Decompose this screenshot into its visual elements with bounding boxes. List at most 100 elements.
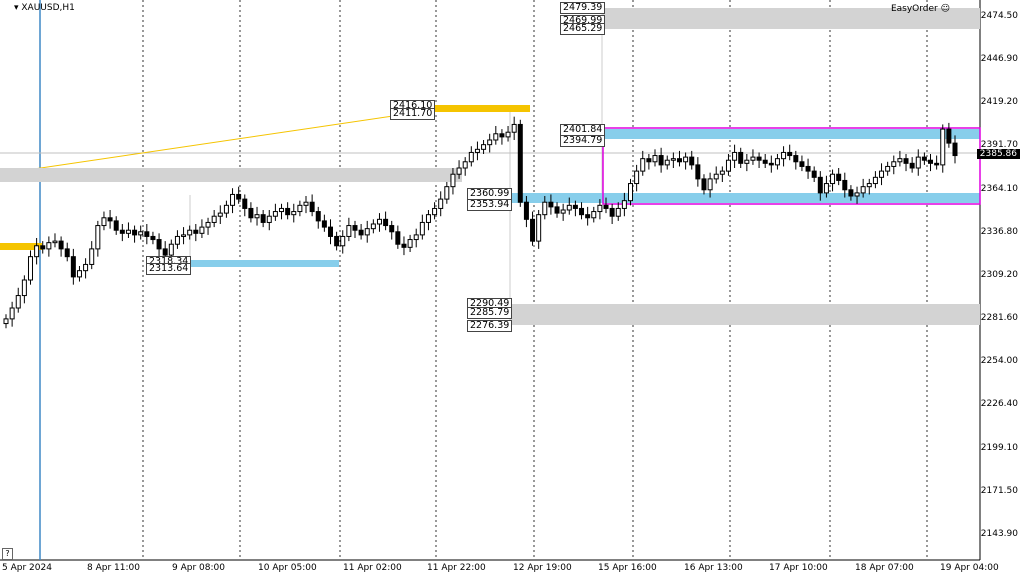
candle-bull: [21, 279, 27, 297]
candle-bear: [579, 207, 585, 216]
candle-bear: [162, 248, 168, 256]
candle-bull: [597, 204, 603, 213]
symbol-label: ▾ XAUUSD,H1: [14, 3, 75, 13]
time-axis-label: 12 Apr 19:00: [513, 563, 572, 573]
candle-bull: [95, 225, 101, 250]
candle-bull: [891, 161, 897, 167]
easyorder-text: EasyOrder: [890, 4, 938, 14]
range-box[interactable]: [602, 127, 981, 205]
demand-zone-grey-left[interactable]: [0, 168, 462, 182]
candle-bull: [885, 165, 891, 172]
candle-bull: [9, 307, 15, 320]
zone-label: 2353.94: [467, 199, 513, 211]
candle-bull: [425, 214, 431, 223]
candle-bear: [805, 165, 811, 172]
easyorder-label[interactable]: EasyOrder ☺: [891, 4, 950, 14]
candle-bear: [517, 123, 523, 203]
resistance-zone-blue[interactable]: [602, 129, 980, 139]
candle-bull: [940, 128, 946, 166]
candle-bear: [242, 198, 248, 209]
candle-bull: [615, 207, 621, 217]
support-zone-blue[interactable]: [510, 193, 980, 203]
support-zone-blue-left[interactable]: [190, 260, 339, 267]
candle-bull: [450, 173, 456, 188]
candle-bull: [774, 158, 780, 166]
price-axis-label: 2446.90: [980, 54, 1018, 64]
demand-zone-grey-bottom[interactable]: [510, 304, 980, 325]
candle-bear: [352, 225, 358, 231]
candle-bull: [291, 211, 297, 216]
candle-bull: [211, 215, 217, 223]
candle-bull: [879, 170, 885, 178]
candle-bear: [787, 151, 793, 157]
candle-bear: [934, 162, 940, 166]
candle-bull: [34, 245, 40, 258]
candle-bull: [725, 159, 731, 172]
time-axis-label: 11 Apr 22:00: [427, 563, 486, 573]
candle-bull: [474, 148, 480, 153]
candle-bear: [530, 218, 536, 242]
candle-bull: [719, 170, 725, 175]
candle-bull: [52, 240, 58, 244]
price-axis-label: 2171.50: [980, 486, 1018, 496]
candle-bear: [248, 207, 254, 219]
candle-bull: [823, 183, 829, 194]
candle-bear: [334, 235, 340, 247]
candle-bear: [928, 159, 934, 164]
candle-bull: [628, 183, 634, 202]
candle-bear: [113, 220, 119, 231]
candle-bear: [156, 239, 162, 250]
candle-bear: [952, 142, 958, 157]
candle-bull: [640, 158, 646, 172]
candle-bear: [646, 158, 652, 163]
candle-bear: [236, 193, 242, 200]
zone-label: 2313.64: [146, 263, 192, 275]
price-axis-label: 2336.80: [980, 227, 1018, 237]
candle-bull: [376, 218, 382, 225]
symbol-text: XAUUSD,H1: [21, 3, 75, 13]
candle-bear: [309, 201, 315, 213]
candle-bull: [89, 248, 95, 265]
candle-bear: [603, 204, 609, 209]
time-axis-label: 15 Apr 16:00: [598, 563, 657, 573]
candle-bear: [499, 133, 505, 138]
period-separators: [142, 0, 928, 560]
candle-bear: [321, 220, 327, 228]
chart-area[interactable]: ▾ XAUUSD,H1 EasyOrder ☺ 2479.39 2469.99 …: [0, 0, 1024, 576]
candle-bear: [762, 159, 768, 164]
time-axis-label: 8 Apr 11:00: [87, 563, 140, 573]
candle-bear: [817, 176, 823, 194]
price-axis-label: 2419.20: [980, 97, 1018, 107]
supply-zone-gold[interactable]: [432, 105, 530, 112]
candle-bear: [676, 158, 682, 163]
candle-bull: [854, 192, 860, 197]
candle-bull: [621, 200, 627, 209]
help-button[interactable]: ?: [2, 548, 13, 560]
candle-bull: [444, 186, 450, 200]
candle-bear: [40, 245, 46, 250]
candle-bull: [83, 263, 89, 272]
candle-bull: [76, 270, 82, 278]
price-axis-label: 2474.50: [980, 11, 1018, 21]
candle-bull: [364, 228, 370, 236]
candle-bull: [297, 204, 303, 213]
price-axis-label: 2309.20: [980, 270, 1018, 280]
price-chart[interactable]: [0, 0, 1024, 576]
candle-bull: [468, 151, 474, 163]
time-axis-label: 10 Apr 05:00: [258, 563, 317, 573]
zone-label: 2411.70: [390, 108, 436, 120]
candle-bull: [860, 186, 866, 194]
candle-bull: [566, 204, 572, 211]
candle-bear: [585, 214, 591, 219]
candle-bull: [168, 243, 174, 256]
price-axis-label: 2254.00: [980, 356, 1018, 366]
candle-bear: [358, 229, 364, 236]
zone-label: 2394.79: [560, 135, 606, 147]
candle-bear: [768, 162, 774, 166]
candle-bear: [756, 156, 762, 161]
candle-bull: [419, 221, 425, 236]
candle-bear: [609, 207, 615, 217]
candle-bull: [750, 156, 756, 161]
candle-bull: [174, 235, 180, 245]
smiley-icon: ☺: [940, 4, 950, 14]
